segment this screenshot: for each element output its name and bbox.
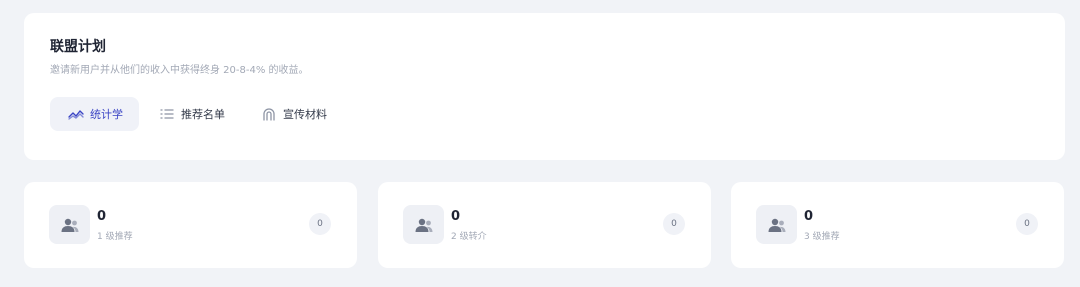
stat-card-level-3: 0 3 级推荐 0 xyxy=(731,182,1064,268)
users-icon xyxy=(49,205,90,244)
list-icon xyxy=(159,106,175,122)
stat-label: 1 级推荐 xyxy=(97,232,133,242)
stat-card-level-1: 0 1 级推荐 0 xyxy=(24,182,357,268)
page-title: 联盟计划 xyxy=(50,39,106,55)
tab-referral-list[interactable]: 推荐名单 xyxy=(141,97,241,131)
line-chart-icon xyxy=(68,106,84,122)
tab-statistics[interactable]: 统计学 xyxy=(50,97,139,131)
stat-card-level-2: 0 2 级转介 0 xyxy=(378,182,711,268)
stat-badge: 0 xyxy=(1016,213,1038,235)
stat-label: 3 级推荐 xyxy=(804,232,840,242)
affiliate-header-card: 联盟计划 邀请新用户并从他们的收入中获得终身 20-8-4% 的收益。 统计学 xyxy=(24,13,1065,160)
tab-promo-materials-label: 宣传材料 xyxy=(283,108,327,121)
users-icon xyxy=(756,205,797,244)
tab-statistics-label: 统计学 xyxy=(90,108,123,121)
page-subtitle: 邀请新用户并从他们的收入中获得终身 20-8-4% 的收益。 xyxy=(50,65,309,76)
affiliate-page: 联盟计划 邀请新用户并从他们的收入中获得终身 20-8-4% 的收益。 统计学 xyxy=(0,0,1080,287)
stat-value: 0 xyxy=(97,209,107,224)
stat-value: 0 xyxy=(804,209,814,224)
tab-promo-materials[interactable]: 宣传材料 xyxy=(243,97,343,131)
stat-badge: 0 xyxy=(309,213,331,235)
stat-badge: 0 xyxy=(663,213,685,235)
users-icon xyxy=(403,205,444,244)
tab-bar: 统计学 推荐名单 宣传材料 xyxy=(50,97,345,131)
magnet-icon xyxy=(261,106,277,122)
stat-label: 2 级转介 xyxy=(451,232,487,242)
stat-value: 0 xyxy=(451,209,461,224)
tab-referral-list-label: 推荐名单 xyxy=(181,108,225,121)
